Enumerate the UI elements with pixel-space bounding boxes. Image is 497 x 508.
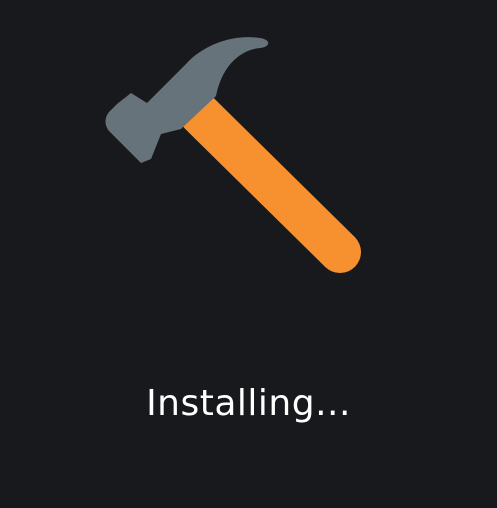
status-label: Installing... bbox=[146, 383, 351, 424]
hammer-icon-container bbox=[0, 0, 497, 300]
hammer-handle bbox=[179, 93, 361, 273]
installer-screen: Installing... bbox=[0, 0, 497, 508]
hammer-icon bbox=[105, 37, 361, 273]
